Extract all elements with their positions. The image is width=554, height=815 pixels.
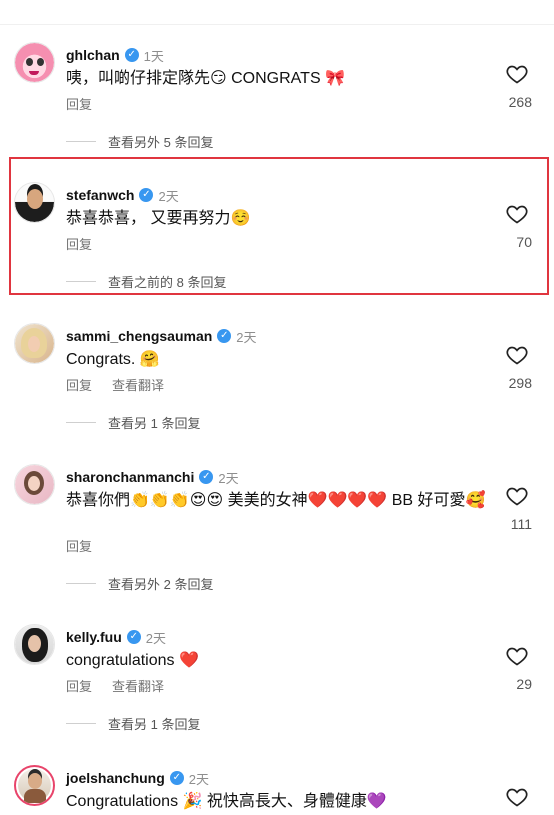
- view-replies-button[interactable]: 查看另 1 条回复: [66, 714, 200, 733]
- username[interactable]: ghlchan: [66, 47, 120, 63]
- heart-icon[interactable]: [505, 484, 529, 508]
- comment-text: congratulations ❤️: [66, 652, 199, 669]
- avatar-with-story-ring[interactable]: [14, 765, 55, 806]
- comment-item: sammi_chengsauman ✓ 2天 Congrats. 🤗 回复 查看…: [0, 309, 554, 450]
- comment-text: Congratulations 🎉 祝快高長大、身體健康💜: [66, 793, 387, 810]
- comment-meta: stefanwch ✓ 2天: [66, 186, 179, 204]
- view-replies-button[interactable]: 查看另 1 条回复: [66, 413, 200, 432]
- man-photo-avatar-icon: [15, 183, 54, 222]
- reply-button[interactable]: 回复: [66, 94, 92, 113]
- comment-text: Congrats. 🤗: [66, 351, 160, 368]
- view-replies-label: 查看之前的 8 条回复: [108, 275, 227, 290]
- avatar[interactable]: [14, 323, 55, 364]
- timestamp: 2天: [236, 329, 257, 345]
- comment-meta: sharonchanmanchi ✓ 2天: [66, 468, 239, 486]
- comment-item: stefanwch ✓ 2天 恭喜恭喜， 又要再努力☺️ 回复 70 查看之前的…: [0, 168, 554, 309]
- translate-button[interactable]: 查看翻译: [112, 676, 164, 695]
- username[interactable]: joelshanchung: [66, 770, 165, 786]
- comment-meta: sammi_chengsauman ✓ 2天: [66, 327, 257, 345]
- comment-actions: 回复: [66, 94, 92, 113]
- cartoon-pink-avatar-icon: [15, 43, 54, 82]
- verified-badge-icon: ✓: [139, 188, 154, 202]
- replies-divider: [66, 281, 96, 282]
- comment-item: sharonchanmanchi ✓ 2天 恭喜你們👏👏👏😍😍 美美的女神❤️❤…: [0, 450, 554, 600]
- comment-text: 咦，叫啲仔排定隊先😏 CONGRATS 🎀: [66, 70, 345, 87]
- verified-badge-icon: ✓: [126, 630, 141, 644]
- comment-meta: kelly.fuu ✓ 2天: [66, 628, 166, 646]
- avatar[interactable]: [14, 182, 55, 223]
- like-count: 70: [516, 234, 532, 250]
- heart-icon[interactable]: [505, 644, 529, 668]
- replies-divider: [66, 583, 96, 584]
- view-replies-label: 查看另外 2 条回复: [108, 577, 214, 592]
- view-replies-button[interactable]: 查看另外 2 条回复: [66, 574, 213, 593]
- woman-photo-avatar-icon: [15, 625, 54, 664]
- replies-divider: [66, 723, 96, 724]
- timestamp: 2天: [158, 188, 179, 204]
- timestamp: 2天: [145, 630, 166, 646]
- reply-button[interactable]: 回复: [66, 375, 92, 394]
- view-replies-button[interactable]: 查看另外 5 条回复: [66, 132, 213, 151]
- like-count: 268: [508, 94, 532, 110]
- avatar[interactable]: [14, 464, 55, 505]
- reply-button[interactable]: 回复: [66, 234, 92, 253]
- username[interactable]: kelly.fuu: [66, 629, 122, 645]
- replies-divider: [66, 422, 96, 423]
- heart-icon[interactable]: [505, 343, 529, 367]
- timestamp: 2天: [188, 771, 210, 787]
- view-replies-label: 查看另 1 条回复: [108, 717, 201, 732]
- woman-photo-avatar-icon: [15, 465, 54, 504]
- reply-button[interactable]: 回复: [66, 676, 92, 695]
- like-count: 298: [508, 375, 532, 391]
- username[interactable]: stefanwch: [66, 187, 134, 203]
- verified-badge-icon: ✓: [199, 470, 214, 484]
- like-count: 29: [516, 676, 532, 692]
- view-replies-label: 查看另 1 条回复: [108, 416, 201, 431]
- timestamp: 2天: [218, 470, 239, 486]
- verified-badge-icon: ✓: [217, 329, 232, 343]
- man-photo-avatar-icon: [18, 769, 51, 803]
- username[interactable]: sammi_chengsauman: [66, 328, 212, 344]
- avatar[interactable]: [14, 624, 55, 665]
- comment-item: joelshanchung ✓ 2天 Congratulations 🎉 祝快高…: [0, 751, 554, 815]
- like-count: 111: [510, 516, 532, 532]
- replies-divider: [66, 141, 96, 142]
- username[interactable]: sharonchanmanchi: [66, 469, 194, 485]
- comment-actions: 回复 查看翻译: [66, 375, 164, 394]
- heart-icon[interactable]: [505, 785, 529, 809]
- translate-button[interactable]: 查看翻译: [112, 375, 164, 394]
- timestamp: 1天: [143, 48, 164, 64]
- comment-actions: 回复: [66, 536, 92, 555]
- heart-icon[interactable]: [505, 62, 529, 86]
- comment-actions: 回复: [66, 234, 92, 253]
- comment-text: 恭喜你們👏👏👏😍😍 美美的女神❤️❤️❤️❤️ BB 好可愛🥰: [66, 492, 486, 509]
- comment-actions: 回复 查看翻译: [66, 676, 164, 695]
- comment-text: 恭喜恭喜， 又要再努力☺️: [66, 210, 251, 227]
- view-replies-button[interactable]: 查看之前的 8 条回复: [66, 272, 226, 291]
- reply-button[interactable]: 回复: [66, 536, 92, 555]
- woman-photo-avatar-icon: [15, 324, 54, 363]
- comment-item: kelly.fuu ✓ 2天 congratulations ❤️ 回复 查看翻…: [0, 610, 554, 751]
- view-replies-label: 查看另外 5 条回复: [108, 135, 214, 150]
- avatar[interactable]: [14, 42, 55, 83]
- verified-badge-icon: ✓: [124, 48, 139, 62]
- top-divider: [0, 24, 554, 25]
- comment-meta: joelshanchung ✓ 2天: [66, 769, 209, 787]
- comment-item: ghlchan ✓ 1天 咦，叫啲仔排定隊先😏 CONGRATS 🎀 回复 26…: [0, 28, 554, 169]
- heart-icon[interactable]: [505, 202, 529, 226]
- verified-badge-icon: ✓: [169, 771, 184, 785]
- comment-meta: ghlchan ✓ 1天: [66, 46, 164, 64]
